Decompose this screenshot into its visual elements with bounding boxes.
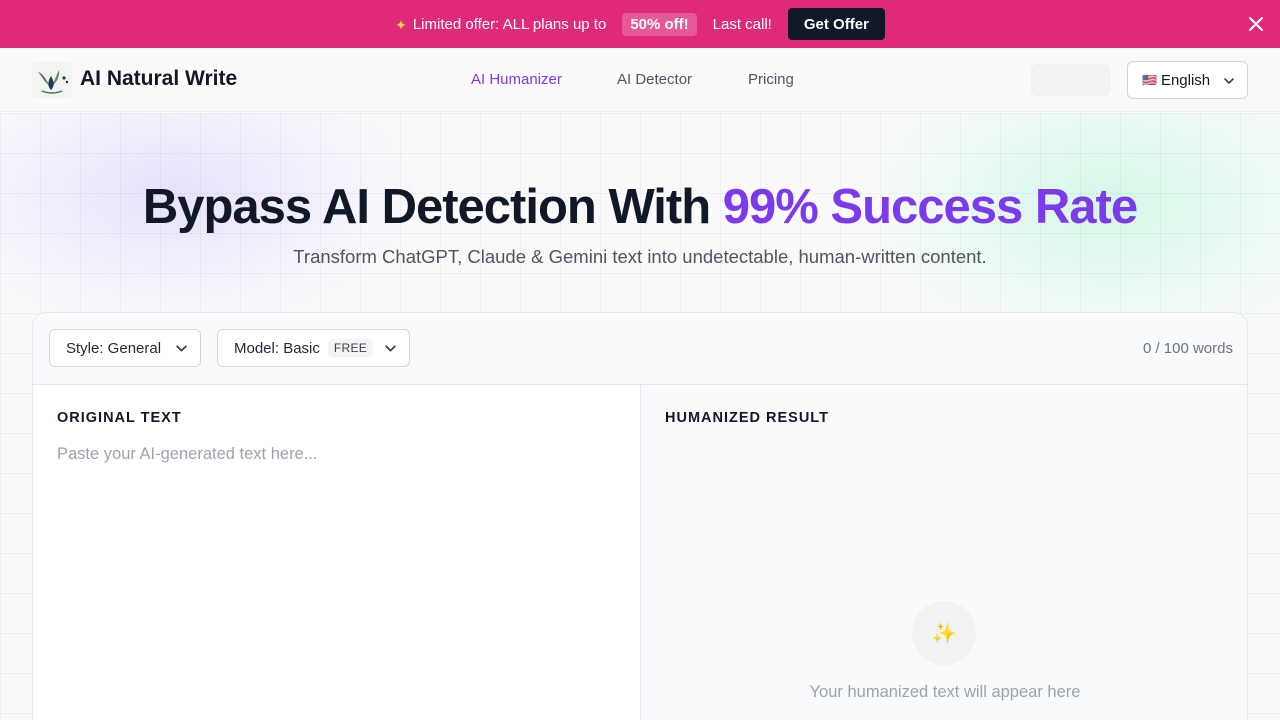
discount-badge: 50% off! [622,12,697,36]
nav-pricing[interactable]: Pricing [748,71,794,88]
sparkles-icon: ✨ [912,601,976,665]
close-icon[interactable] [1246,14,1266,34]
editor-toolbar: Style: General Model: Basic FREE 0 / 100… [33,313,1247,385]
result-placeholder-text: Your humanized text will appear here [809,683,1081,701]
humanized-result-title: HUMANIZED RESULT [665,410,829,426]
original-text-input[interactable] [57,445,617,715]
hero-section: Bypass AI Detection With 99% Success Rat… [0,113,1280,720]
style-label: Style: General [66,339,162,357]
humanized-result-pane: HUMANIZED RESULT ✨ Your humanized text w… [641,385,1247,720]
original-text-title: ORIGINAL TEXT [57,410,182,426]
promo-banner: ✦ Limited offer: ALL plans up to 50% off… [0,0,1280,48]
language-label: English [1160,71,1211,89]
chevron-down-icon [176,345,187,352]
headline-main: Bypass AI Detection With [142,180,723,234]
model-label: Model: Basic [234,339,320,357]
style-dropdown[interactable]: Style: General [49,329,201,367]
brand-name[interactable]: AI Natural Write [80,67,237,91]
last-call-text: Last call! [712,15,772,33]
nav-ai-humanizer[interactable]: AI Humanizer [471,71,562,88]
us-flag-icon: 🇺🇸 [1142,73,1157,87]
hero-subheading: Transform ChatGPT, Claude & Gemini text … [293,246,987,267]
hero-headline: Bypass AI Detection With 99% Success Rat… [0,179,1280,235]
word-count: 0 / 100 words [1142,340,1233,357]
site-header: AI Natural Write AI Humanizer AI Detecto… [0,48,1280,112]
model-dropdown[interactable]: Model: Basic FREE [217,329,410,367]
nav-ai-detector[interactable]: AI Detector [617,71,692,88]
humanizer-card: Style: General Model: Basic FREE 0 / 100… [32,312,1248,720]
headline-accent: 99% Success Rate [722,180,1138,234]
sparkle-icon: ✦ [395,16,407,33]
chevron-down-icon [1224,78,1234,84]
free-badge: FREE [327,339,374,357]
login-button-placeholder[interactable] [1031,64,1111,96]
promo-text: Limited offer: ALL plans up to [412,15,607,33]
logo-icon[interactable] [32,62,72,98]
get-offer-button[interactable]: Get Offer [787,8,885,40]
chevron-down-icon [385,345,396,352]
language-selector[interactable]: 🇺🇸 English [1127,61,1248,99]
original-text-pane: ORIGINAL TEXT [33,385,641,720]
